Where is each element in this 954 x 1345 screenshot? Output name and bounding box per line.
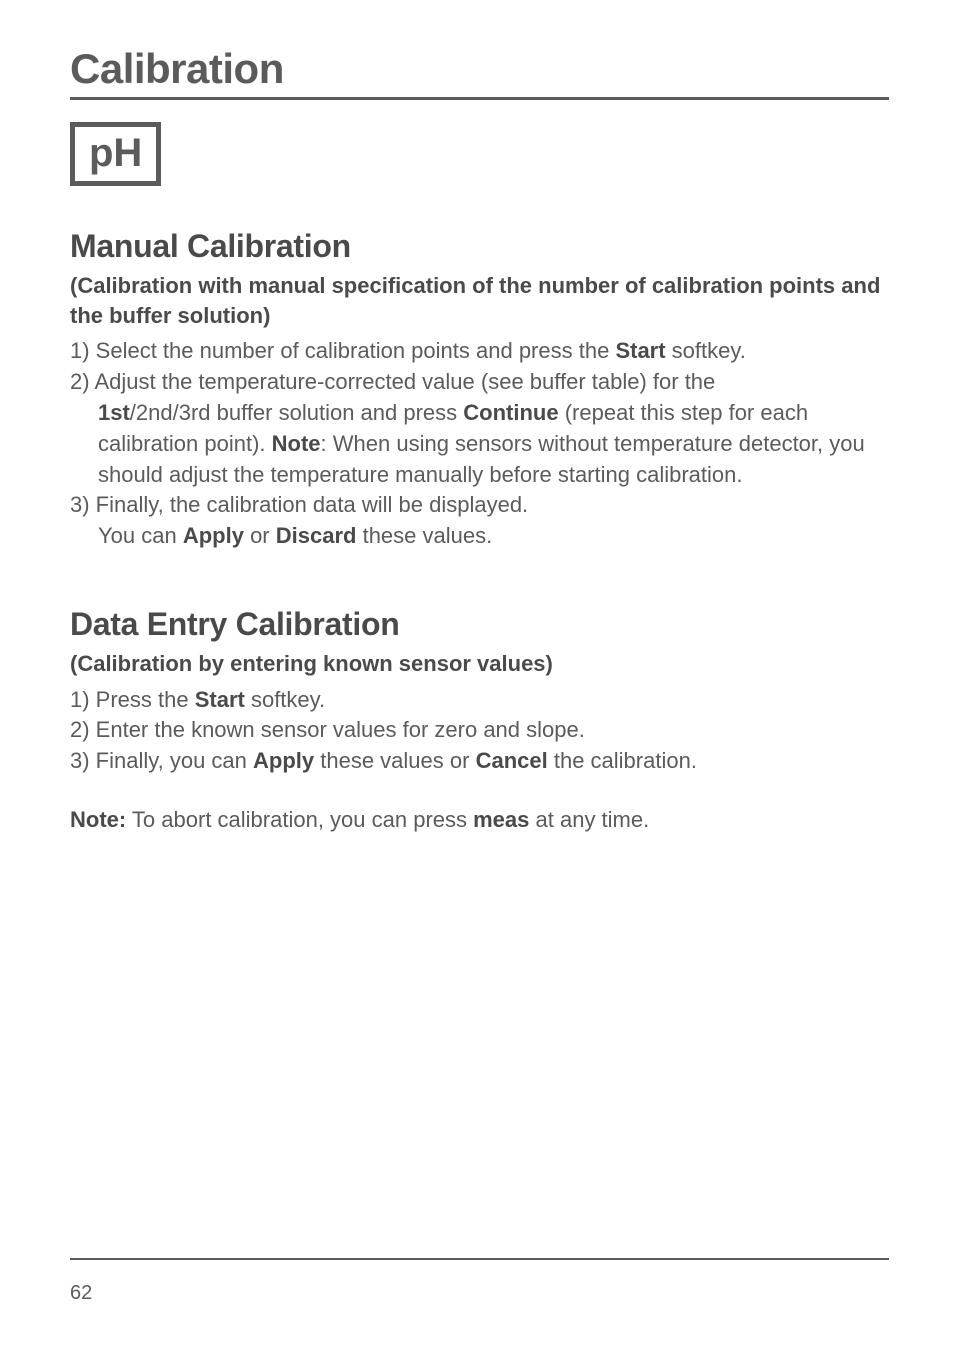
text: 3) Finally, you can bbox=[70, 748, 253, 773]
section1-heading: Manual Calibration bbox=[70, 228, 889, 265]
apply-text: Apply bbox=[253, 748, 314, 773]
start-softkey-text: Start bbox=[615, 338, 665, 363]
text: at any time. bbox=[529, 807, 649, 832]
section1-subheading: (Calibration with manual specification o… bbox=[70, 271, 889, 330]
cancel-text: Cancel bbox=[476, 748, 548, 773]
text: softkey. bbox=[666, 338, 746, 363]
section1-step2-line2: 1st/2nd/3rd buffer solution and press Co… bbox=[70, 398, 889, 490]
apply-text: Apply bbox=[183, 523, 244, 548]
section1-step1: 1) Select the number of calibration poin… bbox=[70, 336, 889, 367]
page-number: 62 bbox=[70, 1282, 889, 1305]
section2-heading: Data Entry Calibration bbox=[70, 606, 889, 643]
section1-step3-line1: 3) Finally, the calibration data will be… bbox=[70, 490, 889, 521]
continue-softkey-text: Continue bbox=[463, 400, 558, 425]
text: 1) Press the bbox=[70, 687, 195, 712]
text: these values or bbox=[314, 748, 475, 773]
footer-note: Note: To abort calibration, you can pres… bbox=[70, 805, 889, 836]
section2-subheading: (Calibration by entering known sensor va… bbox=[70, 649, 889, 679]
section2-step2: 2) Enter the known sensor values for zer… bbox=[70, 715, 889, 746]
text: or bbox=[244, 523, 276, 548]
ph-badge: pH bbox=[70, 122, 161, 186]
text: You can bbox=[98, 523, 183, 548]
text: softkey. bbox=[245, 687, 325, 712]
text: 1) Select the number of calibration poin… bbox=[70, 338, 615, 363]
note-label: Note: bbox=[70, 807, 126, 832]
meas-key-text: meas bbox=[473, 807, 529, 832]
first-buffer-text: 1st bbox=[98, 400, 130, 425]
note-label: Note bbox=[272, 431, 321, 456]
section1-step2-line1: 2) Adjust the temperature-corrected valu… bbox=[70, 367, 889, 398]
text: To abort calibration, you can press bbox=[126, 807, 473, 832]
page-footer: 62 bbox=[70, 1258, 889, 1305]
text: the calibration. bbox=[548, 748, 697, 773]
discard-text: Discard bbox=[276, 523, 357, 548]
page-title: Calibration bbox=[70, 45, 889, 100]
section2-step3: 3) Finally, you can Apply these values o… bbox=[70, 746, 889, 777]
text: these values. bbox=[356, 523, 492, 548]
start-softkey-text: Start bbox=[195, 687, 245, 712]
footer-divider bbox=[70, 1258, 889, 1260]
section1-step3-line2: You can Apply or Discard these values. bbox=[70, 521, 889, 552]
text: /2nd/3rd buffer solution and press bbox=[130, 400, 463, 425]
section2-step1: 1) Press the Start softkey. bbox=[70, 685, 889, 716]
